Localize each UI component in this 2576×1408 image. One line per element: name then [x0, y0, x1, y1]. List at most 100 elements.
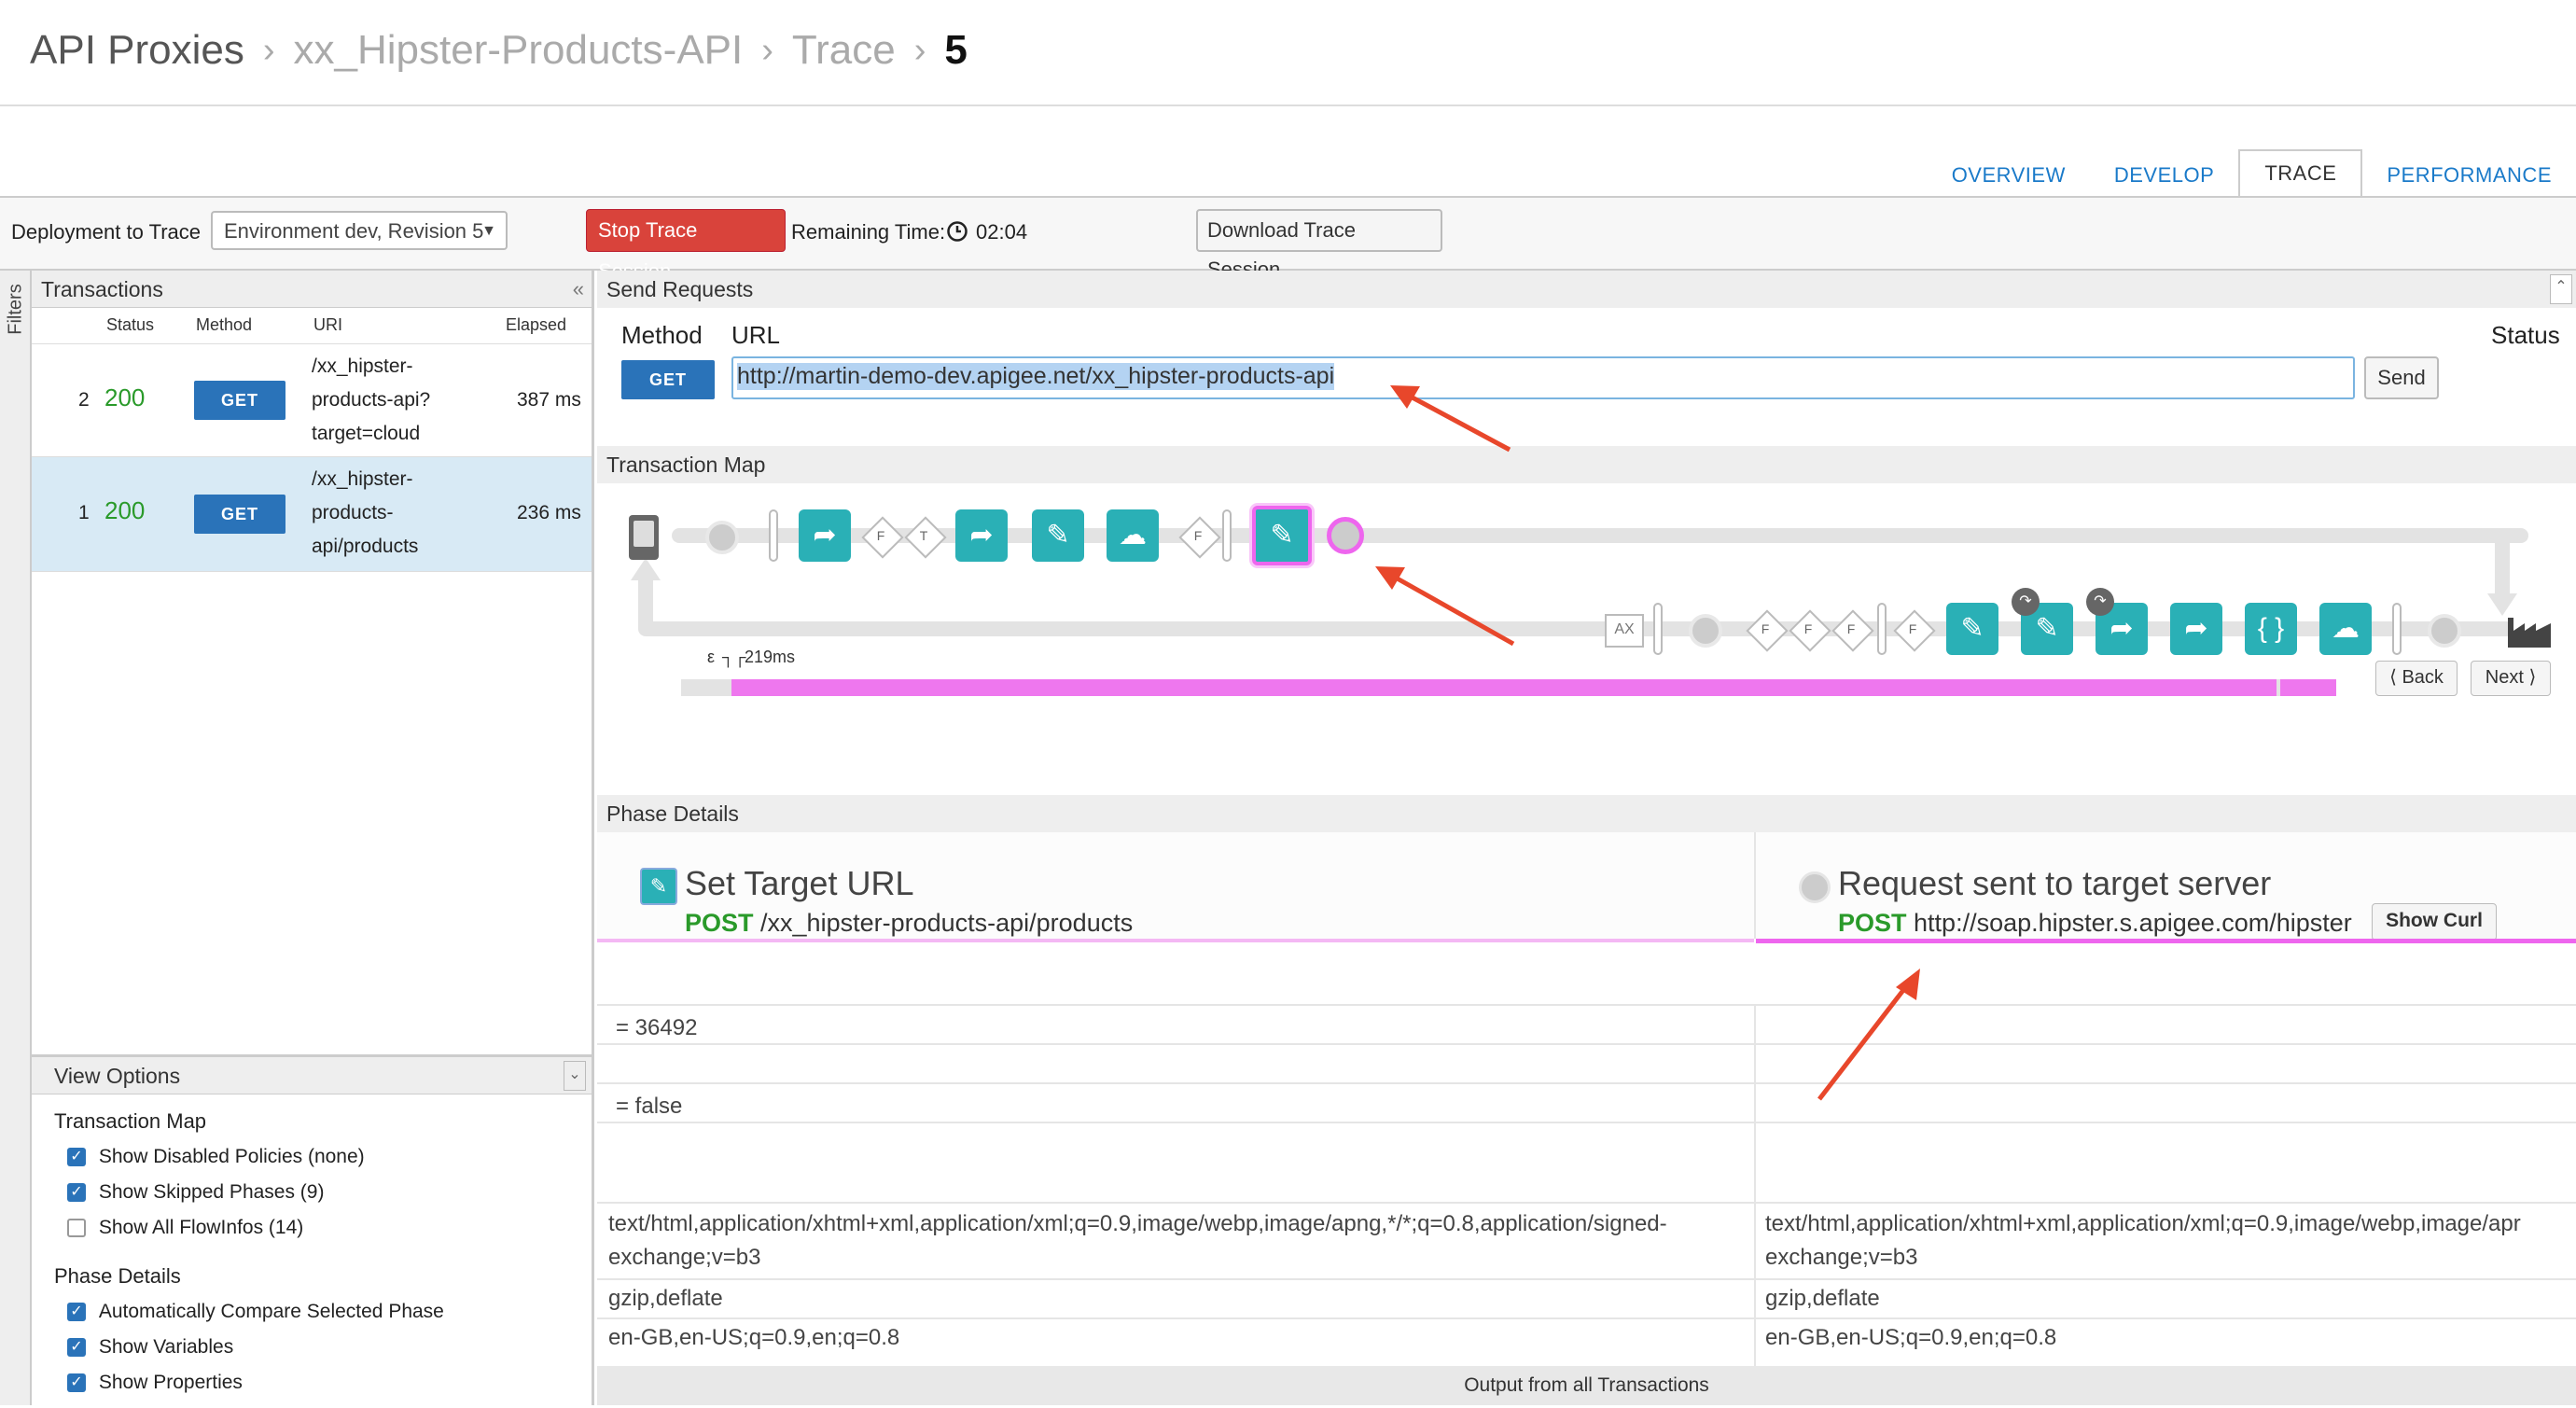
- phone-icon[interactable]: [629, 515, 659, 560]
- transaction-map: ➦ F T ➦ ✎ ☁ F ✎ AX F F F F ✎ ✎ ↷ ➦ ↷ ➦ {…: [597, 483, 2576, 774]
- url-input[interactable]: http://martin-demo-dev.apigee.net/xx_hip…: [731, 356, 2355, 399]
- share-icon[interactable]: ➦: [799, 509, 851, 562]
- transaction-row[interactable]: 2 200 GET /xx_hipster- products-api? tar…: [32, 344, 592, 457]
- collapse-left-icon[interactable]: «: [573, 271, 584, 308]
- breadcrumb: API Proxies › xx_Hipster-Products-API › …: [30, 21, 968, 80]
- col-method[interactable]: Method: [196, 315, 252, 335]
- next-label: Next: [2485, 667, 2524, 688]
- share-icon[interactable]: ➦: [2170, 603, 2222, 655]
- flowinfo-label: F: [1803, 621, 1813, 636]
- uri-line: target=cloud: [312, 423, 421, 444]
- send-button[interactable]: Send: [2364, 356, 2439, 399]
- flowinfo-label: T: [919, 528, 928, 543]
- method-select[interactable]: GET: [621, 360, 715, 399]
- option-auto-compare[interactable]: Automatically Compare Selected Phase: [54, 1294, 592, 1330]
- left-phase-underline: [597, 939, 1754, 942]
- breadcrumb-api-proxies[interactable]: API Proxies: [30, 27, 244, 74]
- view-options-header[interactable]: View Options ⌄: [32, 1057, 592, 1094]
- uri-line: /xx_hipster-: [312, 468, 413, 490]
- flow-circle[interactable]: [1689, 614, 1722, 648]
- col-elapsed[interactable]: Elapsed: [506, 315, 566, 335]
- flow-separator: [2392, 603, 2402, 655]
- collapse-up-icon[interactable]: ⌃: [2550, 274, 2572, 304]
- flowinfo-label: F: [1761, 621, 1770, 636]
- collapse-down-icon[interactable]: ⌄: [564, 1061, 586, 1091]
- option-show-properties[interactable]: Show Properties: [54, 1365, 592, 1401]
- cloud-check-icon[interactable]: ☁: [2319, 603, 2372, 655]
- option-show-disabled-policies[interactable]: Show Disabled Policies (none): [54, 1139, 592, 1175]
- col-status[interactable]: Status: [106, 315, 154, 335]
- header-accept-left-cont: exchange;v=b3: [608, 1245, 761, 1270]
- left-phase-path: POST /xx_hipster-products-api/products: [685, 909, 1133, 938]
- factory-icon[interactable]: [2508, 614, 2551, 648]
- col-uri[interactable]: URI: [313, 315, 342, 335]
- checkbox-checked[interactable]: [67, 1303, 86, 1322]
- pencil-icon[interactable]: ✎: [1252, 506, 1312, 565]
- flow-circle[interactable]: [705, 521, 739, 554]
- option-label: Show Disabled Policies (none): [98, 1146, 365, 1167]
- filters-sidebar[interactable]: [0, 271, 32, 1405]
- send-requests-title: Send Requests: [606, 277, 754, 301]
- breadcrumb-trace[interactable]: Trace: [792, 27, 896, 74]
- share-icon[interactable]: ➦: [955, 509, 1008, 562]
- pencil-icon[interactable]: ✎: [1032, 509, 1084, 562]
- option-show-skipped-phases[interactable]: Show Skipped Phases (9): [54, 1175, 592, 1210]
- cloud-check-icon[interactable]: ☁: [1107, 509, 1159, 562]
- option-show-variables[interactable]: Show Variables: [54, 1330, 592, 1365]
- url-value: http://martin-demo-dev.apigee.net/xx_hip…: [737, 363, 1335, 390]
- flowinfo-label: F: [876, 528, 885, 543]
- analytics-box[interactable]: AX: [1605, 614, 1644, 648]
- remaining-time-value: 02:04: [976, 220, 1028, 244]
- deployment-value: Environment dev, Revision 5: [224, 219, 484, 243]
- tab-overview[interactable]: OVERVIEW: [1928, 153, 2090, 198]
- pencil-icon[interactable]: ✎: [1946, 603, 1998, 655]
- left-phase-title: Set Target URL: [685, 864, 914, 902]
- transaction-number: 2: [78, 389, 90, 411]
- header-language-left: en-GB,en-US;q=0.9,en;q=0.8: [608, 1325, 900, 1350]
- uri-line: /xx_hipster-: [312, 355, 413, 377]
- transaction-elapsed: 387 ms: [517, 389, 581, 411]
- option-label: Show Properties: [98, 1372, 243, 1393]
- chevron-right-icon: ›: [913, 30, 926, 70]
- checkbox-unchecked[interactable]: [67, 1219, 86, 1238]
- target-request-circle[interactable]: [1327, 517, 1364, 554]
- checkbox-checked[interactable]: [67, 1148, 86, 1167]
- header-language-right: en-GB,en-US;q=0.9,en;q=0.8: [1765, 1325, 2057, 1350]
- caret-down-icon: ▼: [481, 223, 496, 239]
- right-phase-title: Request sent to target server: [1838, 864, 2272, 902]
- right-phase-path: POST http://soap.hipster.s.apigee.com/hi…: [1838, 909, 2352, 938]
- uri-line: products-: [312, 502, 394, 523]
- header-encoding-left: gzip,deflate: [608, 1286, 723, 1311]
- braces-icon[interactable]: { }: [2245, 603, 2297, 655]
- transaction-row-selected[interactable]: 1 200 GET /xx_hipster- products- api/pro…: [32, 457, 592, 572]
- checkbox-checked[interactable]: [67, 1373, 86, 1393]
- variable-value: = false: [616, 1094, 683, 1119]
- output-footer[interactable]: Output from all Transactions: [597, 1366, 2576, 1405]
- back-button[interactable]: ⟨ Back: [2375, 661, 2458, 696]
- tm-options-title: Transaction Map: [54, 1109, 207, 1133]
- next-button[interactable]: Next ⟩: [2471, 661, 2551, 696]
- download-trace-button[interactable]: Download Trace Session: [1196, 209, 1442, 281]
- timing-bar-fill[interactable]: [731, 679, 2336, 696]
- stop-trace-button[interactable]: Stop Trace Session: [586, 209, 786, 283]
- checkbox-checked[interactable]: [67, 1183, 86, 1203]
- checkbox-checked[interactable]: [67, 1338, 86, 1358]
- breadcrumb-proxy-name[interactable]: xx_Hipster-Products-API: [294, 27, 744, 74]
- tab-performance[interactable]: PERFORMANCE: [2362, 153, 2576, 198]
- method-label: Method: [621, 321, 703, 349]
- tab-develop[interactable]: DEVELOP: [2090, 153, 2238, 198]
- pd-options-title: Phase Details: [54, 1264, 181, 1288]
- chevron-right-icon: ›: [262, 30, 275, 70]
- transaction-map-title: Transaction Map: [606, 453, 766, 477]
- option-show-all-flowinfos[interactable]: Show All FlowInfos (14): [54, 1210, 592, 1246]
- flow-circle[interactable]: [2428, 614, 2461, 648]
- option-label: Automatically Compare Selected Phase: [98, 1301, 444, 1322]
- right-phase-verb: POST: [1838, 909, 1907, 937]
- header-divider: [0, 105, 2576, 106]
- tab-trace[interactable]: TRACE: [2238, 149, 2363, 198]
- transactions-title: Transactions: [41, 277, 163, 301]
- deployment-select[interactable]: Environment dev, Revision 5 ▼: [211, 211, 508, 250]
- filters-label[interactable]: Filters: [6, 284, 27, 334]
- show-curl-button[interactable]: Show Curl: [2372, 903, 2497, 941]
- deployment-label: Deployment to Trace: [11, 220, 201, 244]
